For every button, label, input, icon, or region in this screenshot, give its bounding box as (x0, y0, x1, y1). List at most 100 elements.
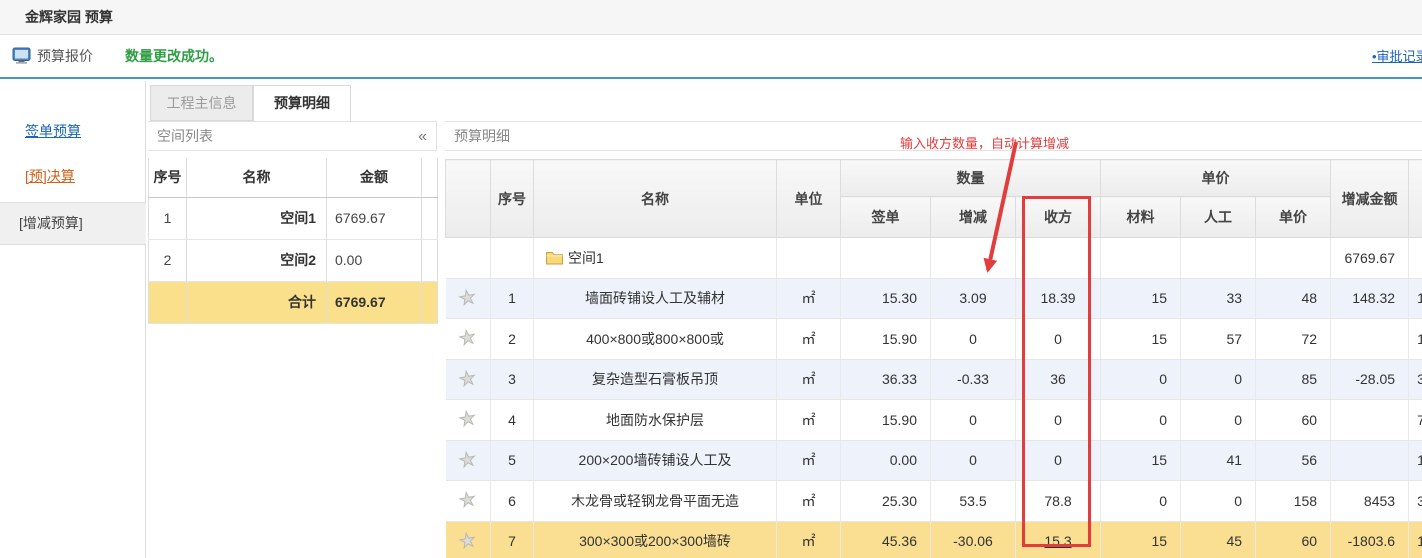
change-amount-cell: -28.05 (1331, 359, 1409, 400)
star-icon[interactable]: ★ (458, 287, 478, 309)
space-row-amount: 0.00 (327, 239, 422, 281)
space-row-name[interactable]: 空间1 (187, 197, 327, 239)
unit-price-cell: 48 (1256, 278, 1331, 319)
space-table-header-row: 序号 名称 金额 (149, 158, 438, 197)
received-qty-cell[interactable]: 0 (1016, 440, 1101, 481)
status-message: 数量更改成功。 (125, 36, 223, 77)
table-row[interactable]: ★ 5 200×200墙砖铺设人工及 ㎡ 0.00 0 0 15 41 56 1 (446, 440, 1422, 481)
table-row[interactable]: ★ 4 地面防水保护层 ㎡ 15.90 0 0 0 0 60 7 (446, 400, 1422, 441)
space-table: 序号 名称 金额 1 空间1 6769.67 2 空间2 0.00 (148, 158, 438, 324)
change-amount-cell (1331, 319, 1409, 360)
labor-price-cell: 0 (1181, 481, 1256, 522)
tab-budget-detail[interactable]: 预算明细 (253, 85, 351, 121)
table-row[interactable]: ★ 3 复杂造型石膏板吊顶 ㎡ 36.33 -0.33 36 0 0 85 -2… (446, 359, 1422, 400)
labor-price-cell: 57 (1181, 319, 1256, 360)
item-name[interactable]: 木龙骨或轻钢龙骨平面无造 (534, 481, 777, 522)
received-qty-cell[interactable]: 78.8 (1016, 481, 1101, 522)
labor-price-cell: 33 (1181, 278, 1256, 319)
row-no: 3 (491, 359, 534, 400)
col-group-quantity: 数量 (841, 160, 1101, 197)
tab-project-info[interactable]: 工程主信息 (150, 85, 253, 121)
space-row-no: 2 (149, 239, 187, 281)
star-icon[interactable]: ★ (458, 328, 478, 350)
change-qty-cell: 0 (931, 440, 1016, 481)
star-icon[interactable]: ★ (458, 409, 478, 431)
item-name[interactable]: 200×200墙砖铺设人工及 (534, 440, 777, 481)
space-row[interactable]: 2 空间2 0.00 (149, 239, 438, 281)
group-row-name: 空间1 (568, 250, 604, 266)
col-header-clipped (1409, 160, 1422, 238)
row-no: 7 (491, 521, 534, 558)
unit-price-cell: 72 (1256, 319, 1331, 360)
received-qty-cell[interactable]: 36 (1016, 359, 1101, 400)
item-name[interactable]: 400×800或800×800或 (534, 319, 777, 360)
star-icon[interactable]: ★ (458, 530, 478, 552)
material-price-cell: 15 (1101, 440, 1181, 481)
sidebar-item-change-budget[interactable]: [增减预算] (0, 202, 146, 245)
table-row[interactable]: ★ 1 墙面砖铺设人工及辅材 ㎡ 15.30 3.09 18.39 15 33 … (446, 278, 1422, 319)
table-row[interactable]: ★ 6 木龙骨或轻钢龙骨平面无造 ㎡ 25.30 53.5 78.8 0 0 1… (446, 481, 1422, 522)
module-tab-budget-quote[interactable]: 预算报价 (12, 36, 93, 77)
signed-qty-cell: 45.36 (841, 521, 931, 558)
received-qty-cell[interactable]: 0 (1016, 400, 1101, 441)
received-qty-cell[interactable]: 15.3 (1016, 521, 1101, 558)
change-qty-cell: 3.09 (931, 278, 1016, 319)
page-title: 金辉家园 预算 (25, 0, 113, 35)
collapse-icon[interactable]: « (418, 122, 427, 151)
signed-qty-cell: 36.33 (841, 359, 931, 400)
labor-price-cell: 45 (1181, 521, 1256, 558)
material-price-cell: 15 (1101, 278, 1181, 319)
change-qty-cell: 0 (931, 400, 1016, 441)
space-row-name[interactable]: 空间2 (187, 239, 327, 281)
col-header-amount: 金额 (327, 158, 422, 197)
col-header-change-amount: 增减金额 (1331, 160, 1409, 238)
unit-price-cell: 158 (1256, 481, 1331, 522)
col-header-name: 名称 (534, 160, 777, 238)
row-no: 5 (491, 440, 534, 481)
table-row[interactable]: ★ 2 400×800或800×800或 ㎡ 15.90 0 0 15 57 7… (446, 319, 1422, 360)
col-header-no: 序号 (491, 160, 534, 238)
change-amount-cell: -1803.6 (1331, 521, 1409, 558)
clipped-cell: 3 (1409, 359, 1422, 400)
item-name[interactable]: 墙面砖铺设人工及辅材 (534, 278, 777, 319)
col-header-unit-price: 单价 (1256, 197, 1331, 238)
change-qty-cell: 0 (931, 319, 1016, 360)
item-name[interactable]: 复杂造型石膏板吊顶 (534, 359, 777, 400)
star-icon[interactable]: ★ (458, 449, 478, 471)
material-price-cell: 15 (1101, 319, 1181, 360)
item-name[interactable]: 地面防水保护层 (534, 400, 777, 441)
clipped-cell: 1 (1409, 440, 1422, 481)
unit-cell: ㎡ (777, 278, 841, 319)
app-window: 金辉家园 预算 预算报价 数量更改成功。 •审批记录 签单预算 [预]决算 [增… (0, 0, 1422, 558)
module-tab-label: 预算报价 (37, 48, 93, 64)
budget-detail-table: 序号 名称 单位 数量 单价 增减金额 签单 增减 收方 材料 人工 单价 (445, 159, 1422, 558)
col-header-star (446, 160, 491, 238)
row-no: 6 (491, 481, 534, 522)
unit-cell: ㎡ (777, 359, 841, 400)
table-row-selected[interactable]: ★ 7 300×300或200×300墙砖 ㎡ 45.36 -30.06 15.… (446, 521, 1422, 558)
space-list-title: 空间列表 (157, 128, 213, 144)
space-row[interactable]: 1 空间1 6769.67 (149, 197, 438, 239)
star-icon[interactable]: ★ (458, 368, 478, 390)
sidebar-item-final-account[interactable]: [预]决算 (25, 166, 75, 186)
toolbar: 预算报价 数量更改成功。 •审批记录 (0, 36, 1422, 79)
unit-price-cell: 85 (1256, 359, 1331, 400)
labor-price-cell: 0 (1181, 359, 1256, 400)
group-row-amount: 6769.67 (1331, 238, 1409, 279)
signed-qty-cell: 15.90 (841, 319, 931, 360)
budget-detail-header: 预算明细 输入收方数量，自动计算增减 (445, 121, 1422, 151)
star-icon[interactable]: ★ (458, 490, 478, 512)
labor-price-cell: 0 (1181, 400, 1256, 441)
material-price-cell: 15 (1101, 521, 1181, 558)
group-row[interactable]: 空间1 6769.67 (446, 238, 1422, 279)
space-list-panel: 空间列表 « 序号 名称 金额 1 空间1 6769.67 (148, 121, 437, 324)
approval-records-link[interactable]: •审批记录 (1372, 36, 1422, 77)
space-list-header: 空间列表 « (148, 121, 437, 151)
received-qty-cell[interactable]: 18.39 (1016, 278, 1101, 319)
col-header-change: 增减 (931, 197, 1016, 238)
received-qty-cell[interactable]: 0 (1016, 319, 1101, 360)
clipped-cell: 1 (1409, 319, 1422, 360)
annotation-text: 输入收方数量，自动计算增减 (900, 129, 1069, 158)
item-name[interactable]: 300×300或200×300墙砖 (534, 521, 777, 558)
sidebar-item-sign-budget[interactable]: 签单预算 (25, 121, 81, 141)
